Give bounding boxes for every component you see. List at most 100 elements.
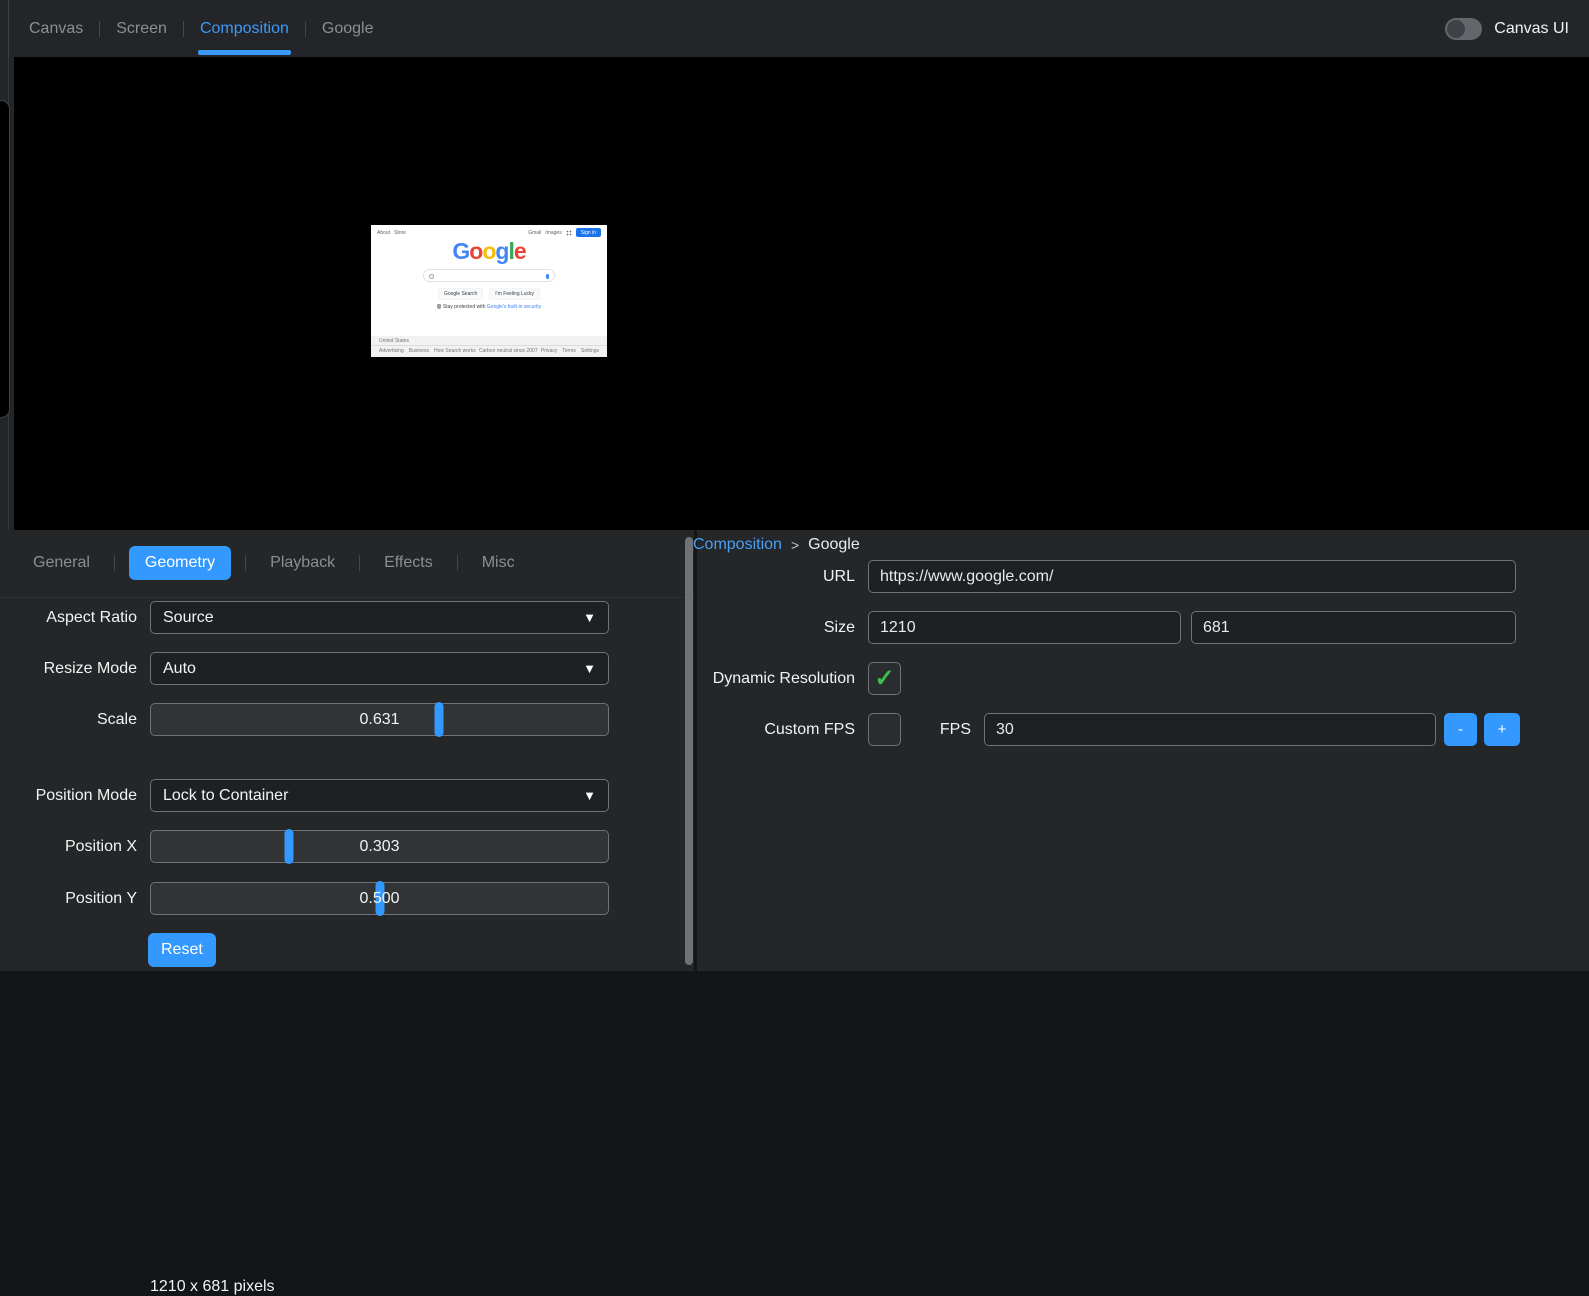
custom-fps-checkbox[interactable] [868,713,901,746]
position-x-label: Position X [0,838,137,856]
logo-letter: o [469,238,482,264]
position-mode-value: Lock to Container [163,787,288,805]
size-height-input[interactable] [1191,611,1516,644]
tab-separator [359,555,360,571]
aspect-ratio-row: Aspect Ratio Source ▼ [0,601,694,634]
canvas-ui-control: Canvas UI [1445,0,1569,57]
scale-row: Scale 0.631 [0,703,694,736]
footer-link: How Search works [434,348,476,354]
breadcrumb-composition-link[interactable]: Composition [693,536,782,554]
position-y-value: 0.500 [151,883,608,914]
position-x-slider[interactable]: 0.303 [150,830,609,863]
google-gmail-link: Gmail [528,230,541,236]
size-label: Size [697,619,855,637]
chevron-down-icon: ▼ [583,610,596,625]
composition-canvas: About Store Gmail Images Sign in Google … [14,57,1589,530]
url-row: URL [697,560,1589,593]
mic-icon [546,274,549,279]
top-bar: Canvas Screen Composition Google Canvas … [0,0,1589,57]
google-search-buttons: Google Search I'm Feeling Lucky [371,288,607,300]
tab-misc[interactable]: Misc [472,546,525,580]
fps-label: FPS [913,721,971,739]
google-store-link: Store [394,230,406,236]
fps-input[interactable] [984,713,1436,746]
tab-effects[interactable]: Effects [374,546,443,580]
divider [0,597,694,598]
reset-button[interactable]: Reset [148,933,216,967]
fps-decrement-button[interactable]: - [1444,713,1477,746]
footer-link: Advertising [379,348,404,354]
position-y-row: Position Y 0.500 [0,882,694,915]
logo-letter: o [482,238,495,264]
aspect-ratio-value: Source [163,609,214,627]
footer-link: Business [409,348,429,354]
footer-link: Terms [562,348,576,354]
shield-icon [437,304,441,309]
custom-fps-label: Custom FPS [697,721,855,739]
scale-value: 0.631 [151,704,608,735]
footer-link: Privacy [541,348,557,354]
position-mode-row: Position Mode Lock to Container ▼ [0,779,694,812]
canvas-ui-toggle[interactable] [1445,18,1482,40]
aspect-ratio-dropdown[interactable]: Source ▼ [150,601,609,634]
position-x-row: Position X 0.303 [0,830,694,863]
chevron-down-icon: ▼ [583,788,596,803]
size-width-input[interactable] [868,611,1181,644]
tab-google[interactable]: Google [320,0,376,57]
google-source-preview[interactable]: About Store Gmail Images Sign in Google … [371,225,607,357]
resize-mode-row: Resize Mode Auto ▼ [0,652,694,685]
url-input[interactable] [868,560,1516,593]
google-images-link: Images [545,230,561,236]
tab-general[interactable]: General [23,546,100,580]
promo-text: Stay protected with [443,304,487,310]
dynamic-resolution-checkbox[interactable]: ✓ [868,662,901,695]
tab-separator [245,555,246,571]
promo-link: Google's built-in security [487,304,541,310]
dynamic-resolution-row: Dynamic Resolution ✓ [697,662,1589,695]
dynamic-resolution-label: Dynamic Resolution [697,670,855,688]
aspect-ratio-label: Aspect Ratio [0,609,137,627]
resize-mode-value: Auto [163,660,196,678]
position-mode-label: Position Mode [0,787,137,805]
url-label: URL [697,568,855,586]
tab-screen[interactable]: Screen [114,0,169,57]
tab-separator [183,21,184,37]
breadcrumb-current: Google [808,536,860,554]
source-properties-panel: General Geometry Playback Effects Misc A… [0,530,694,971]
scale-label: Scale [0,711,137,729]
google-logo: Google [371,238,607,265]
tab-separator [305,21,306,37]
feeling-lucky-button: I'm Feeling Lucky [489,288,540,300]
position-mode-dropdown[interactable]: Lock to Container ▼ [150,779,609,812]
panel-scrollbar[interactable] [685,537,693,965]
chevron-down-icon: ▼ [583,661,596,676]
view-tabs: Canvas Screen Composition Google [27,0,375,57]
google-sign-in-button: Sign in [576,228,601,237]
tab-canvas[interactable]: Canvas [27,0,85,57]
toggle-knob-icon [1447,20,1465,38]
tab-geometry[interactable]: Geometry [129,546,231,580]
tab-composition[interactable]: Composition [198,0,291,57]
tab-separator [457,555,458,571]
google-about-link: About [377,230,390,236]
panel-edge-line [8,0,9,57]
google-search-box [423,269,555,282]
fps-increment-button[interactable]: + [1484,713,1520,746]
size-row: Size [697,611,1589,644]
google-promo-line: Stay protected with Google's built-in se… [371,304,607,310]
scale-slider[interactable]: 0.631 [150,703,609,736]
property-tabs: General Geometry Playback Effects Misc [23,544,525,582]
position-y-label: Position Y [0,890,137,908]
footer-link: Carbon neutral since 2007 [479,348,538,354]
position-y-slider[interactable]: 0.500 [150,882,609,915]
tab-separator [99,21,100,37]
google-footer: United States Advertising Business How S… [371,336,607,357]
resize-mode-dropdown[interactable]: Auto ▼ [150,652,609,685]
position-x-value: 0.303 [151,831,608,862]
resize-mode-label: Resize Mode [0,660,137,678]
breadcrumb: Composition > Google [693,536,860,554]
apps-grid-icon [566,230,572,236]
tab-playback[interactable]: Playback [260,546,345,580]
search-icon [429,274,434,279]
checkmark-icon: ✓ [874,667,894,691]
